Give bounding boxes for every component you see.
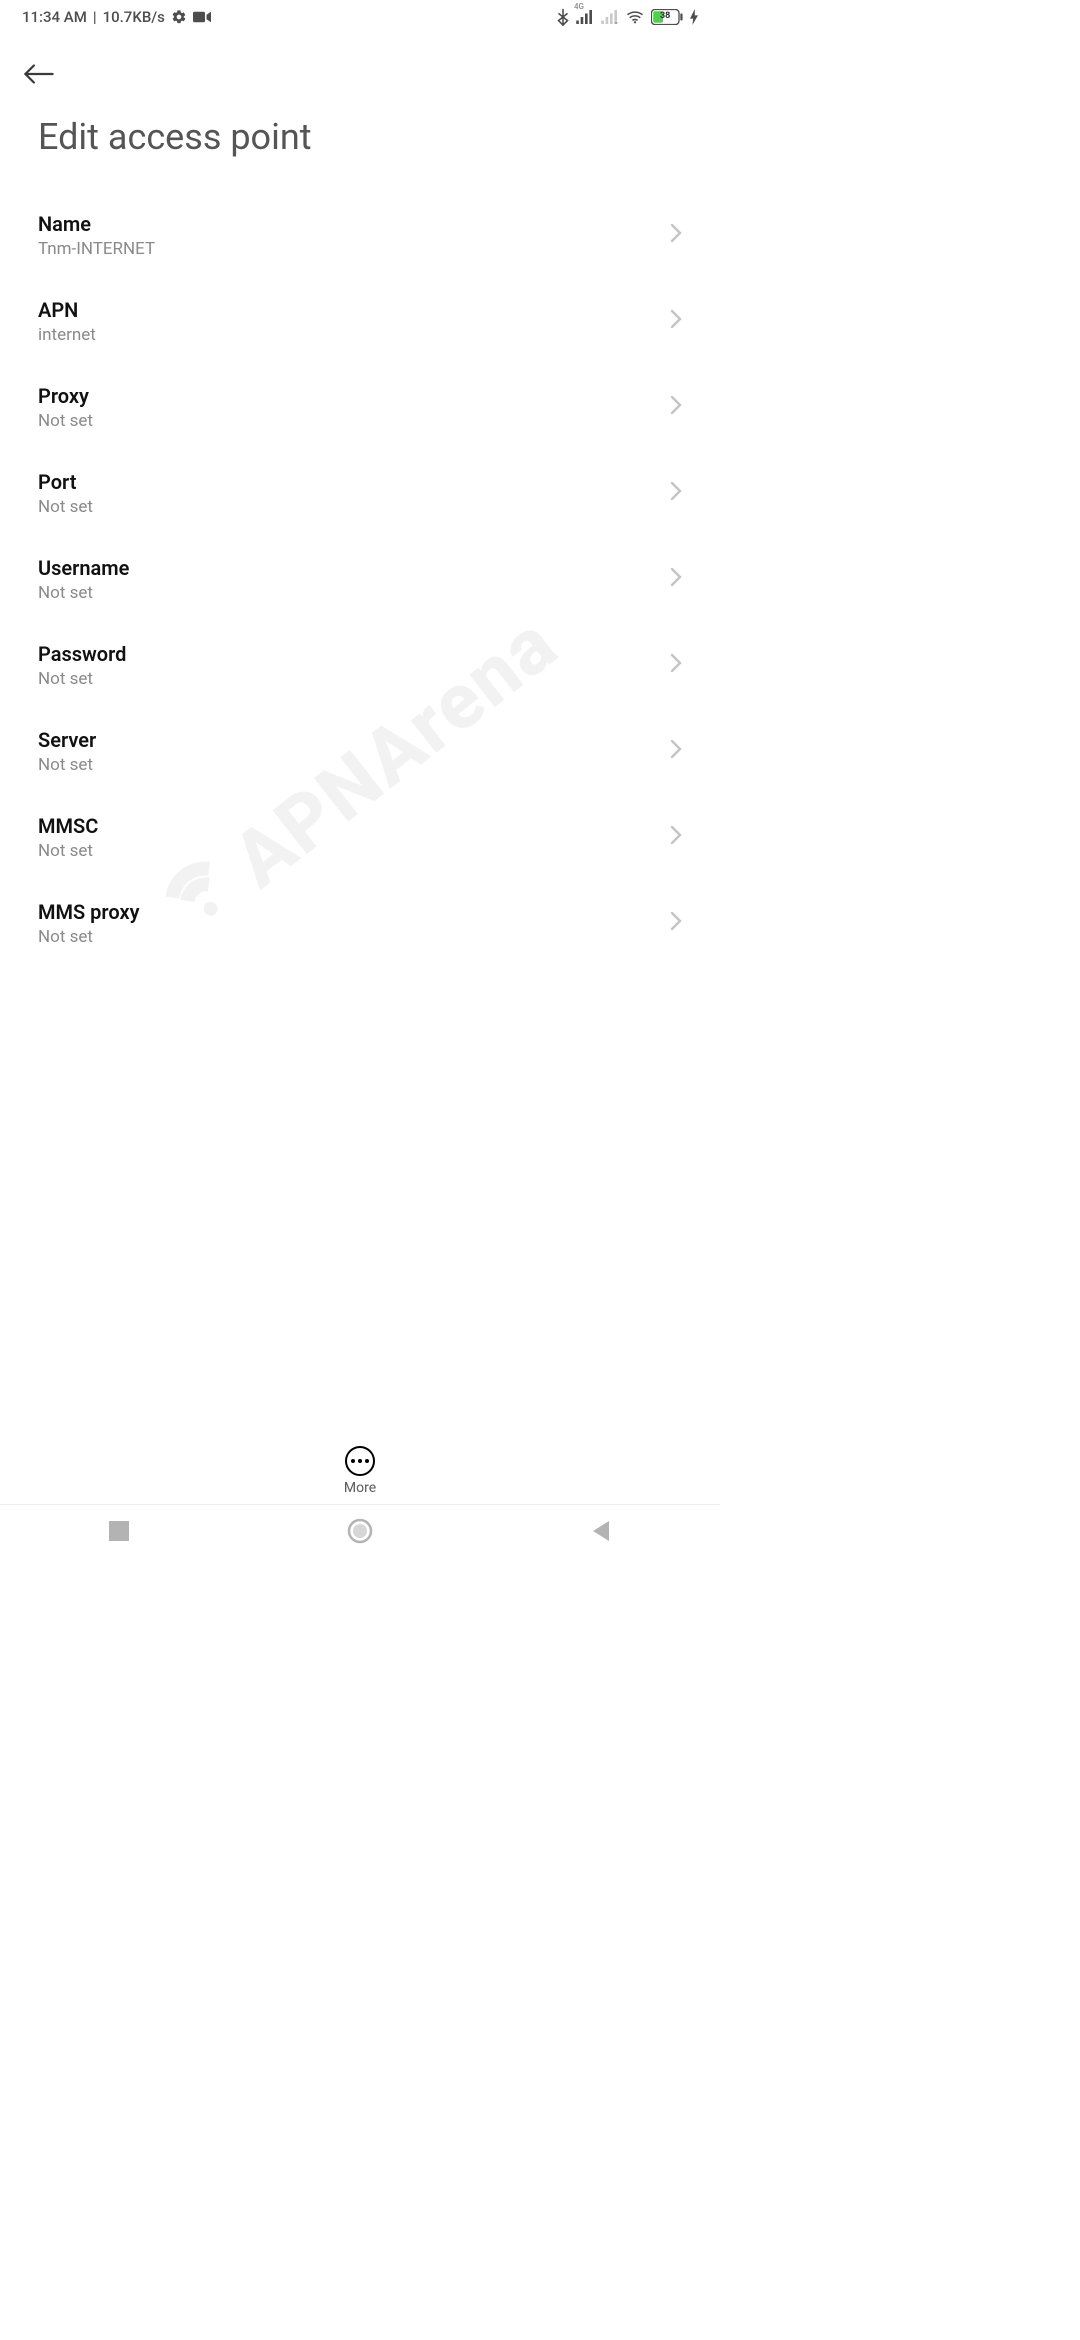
setting-row-name[interactable]: Name Tnm-INTERNET: [38, 192, 682, 278]
setting-labels: Port Not set: [38, 470, 93, 517]
lightning-icon: [690, 9, 698, 25]
setting-labels: APN internet: [38, 298, 96, 345]
setting-value: Not set: [38, 411, 93, 431]
setting-title: MMSC: [38, 814, 98, 838]
signal-secondary-icon: x: [601, 10, 619, 24]
setting-value: Not set: [38, 755, 96, 775]
setting-row-proxy[interactable]: Proxy Not set: [38, 364, 682, 450]
setting-value: Not set: [38, 583, 129, 603]
chevron-right-icon: [670, 481, 682, 505]
chevron-right-icon: [670, 739, 682, 763]
header: Edit access point: [0, 34, 720, 158]
setting-title: Name: [38, 212, 155, 236]
setting-row-port[interactable]: Port Not set: [38, 450, 682, 536]
chevron-right-icon: [670, 395, 682, 419]
status-right: 4G x 38: [557, 8, 698, 26]
setting-title: APN: [38, 298, 96, 322]
setting-title: Password: [38, 642, 126, 666]
status-left: 11:34 AM | 10.7KB/s: [22, 8, 211, 26]
screen: APNArena 11:34 AM | 10.7KB/s 4G x: [0, 0, 720, 1560]
chevron-right-icon: [670, 223, 682, 247]
back-button[interactable]: [22, 54, 62, 94]
setting-row-mmsc[interactable]: MMSC Not set: [38, 794, 682, 880]
setting-labels: Proxy Not set: [38, 384, 93, 431]
more-label: More: [344, 1480, 376, 1496]
nav-recent-button[interactable]: [109, 1521, 129, 1545]
fourg-label: 4G: [574, 2, 584, 11]
nav-back-button[interactable]: [591, 1520, 611, 1546]
status-bar: 11:34 AM | 10.7KB/s 4G x: [0, 0, 720, 34]
wifi-icon: [626, 10, 644, 24]
setting-title: MMS proxy: [38, 900, 140, 924]
page-title: Edit access point: [22, 116, 698, 158]
setting-row-mms-proxy[interactable]: MMS proxy Not set: [38, 880, 682, 966]
settings-list: NameTnm-INTERNETAPNinternetProxyNot setP…: [0, 192, 720, 1560]
setting-value: Not set: [38, 669, 126, 689]
setting-title: Server: [38, 728, 96, 752]
arrow-left-icon: [22, 62, 56, 86]
setting-value: Not set: [38, 497, 93, 517]
setting-title: Port: [38, 470, 93, 494]
setting-value: internet: [38, 325, 96, 345]
chevron-right-icon: [670, 567, 682, 591]
nav-home-button[interactable]: [347, 1518, 373, 1548]
chevron-right-icon: [670, 309, 682, 333]
gear-icon: [171, 9, 187, 25]
setting-row-username[interactable]: Username Not set: [38, 536, 682, 622]
navigation-bar: [0, 1504, 720, 1560]
battery-icon: 38: [651, 9, 683, 25]
status-network-speed: 10.7KB/s: [103, 8, 165, 26]
camera-icon: [193, 11, 211, 23]
setting-title: Username: [38, 556, 129, 580]
setting-labels: Password Not set: [38, 642, 126, 689]
chevron-right-icon: [670, 653, 682, 677]
setting-value: Not set: [38, 927, 140, 947]
setting-labels: Username Not set: [38, 556, 129, 603]
svg-text:x: x: [614, 20, 618, 24]
setting-labels: Name Tnm-INTERNET: [38, 212, 155, 259]
more-icon: [345, 1446, 375, 1476]
setting-value: Not set: [38, 841, 98, 861]
setting-title: Proxy: [38, 384, 93, 408]
setting-labels: Server Not set: [38, 728, 96, 775]
setting-labels: MMSC Not set: [38, 814, 98, 861]
setting-labels: MMS proxy Not set: [38, 900, 140, 947]
bluetooth-icon: [557, 8, 569, 26]
chevron-right-icon: [670, 911, 682, 935]
chevron-right-icon: [670, 825, 682, 849]
setting-row-server[interactable]: Server Not set: [38, 708, 682, 794]
status-time: 11:34 AM: [22, 8, 87, 26]
signal-4g-icon: 4G: [576, 10, 594, 24]
status-separator: |: [93, 8, 97, 26]
setting-row-apn[interactable]: APN internet: [38, 278, 682, 364]
setting-row-password[interactable]: Password Not set: [38, 622, 682, 708]
more-button[interactable]: More: [0, 1446, 720, 1496]
battery-percent: 38: [660, 11, 670, 21]
setting-value: Tnm-INTERNET: [38, 239, 155, 259]
